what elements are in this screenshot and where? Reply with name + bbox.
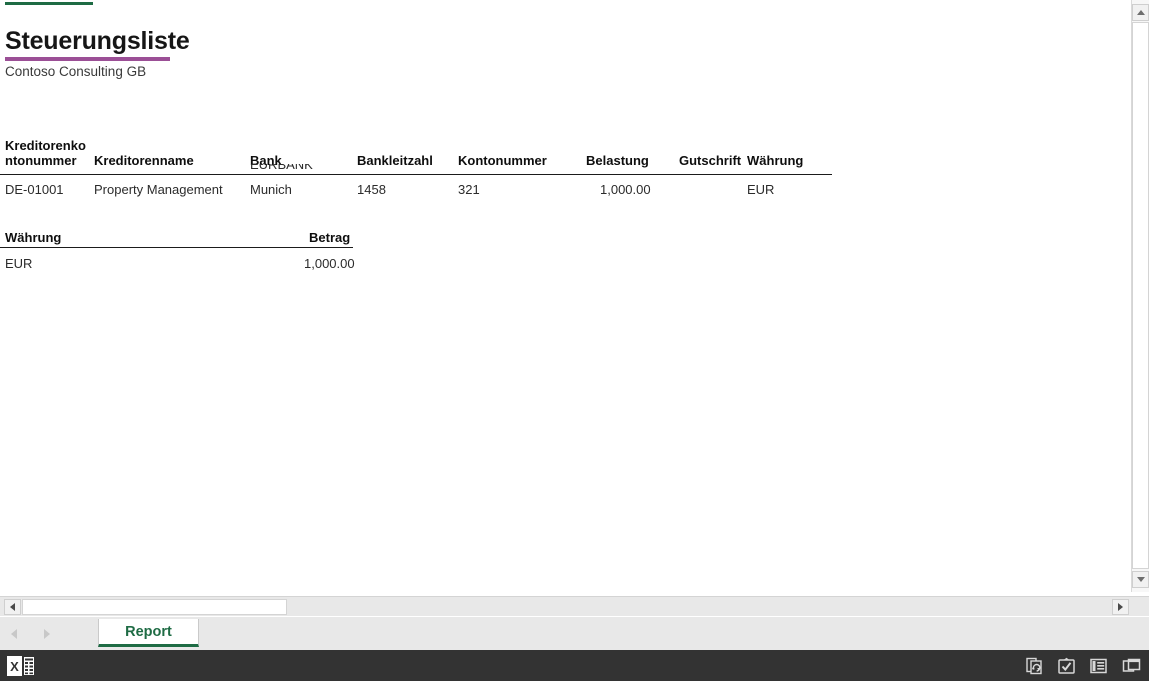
detail-table-header-rule [0, 174, 832, 175]
detail-table: Kreditorenko ntonummer Kreditorenname Ba… [0, 134, 832, 202]
scroll-down-button[interactable] [1132, 571, 1149, 588]
column-header-gutschrift: Gutschrift [679, 153, 742, 168]
cell-kreditorenkontonummer: DE-01001 [5, 182, 64, 197]
window-restore-icon[interactable] [1122, 657, 1141, 675]
svg-text:X: X [10, 659, 19, 674]
scroll-right-button[interactable] [1112, 599, 1129, 615]
table-row: DE-01001 Property Management Munich 1458… [0, 182, 832, 210]
horizontal-scrollbar[interactable] [0, 596, 1149, 616]
clipped-bank-overflow-label: EURBANK [250, 164, 313, 172]
cell-waehrung: EUR [747, 182, 775, 197]
top-accent-bar [5, 2, 93, 5]
column-header-kreditorenname: Kreditorenname [94, 153, 194, 168]
column-header-kreditorenkontonummer: Kreditorenko ntonummer [5, 138, 86, 168]
column-header-kontonummer: Kontonummer [458, 153, 547, 168]
cell-kontonummer: 321 [458, 182, 480, 197]
horizontal-scrollbar-thumb[interactable] [22, 599, 287, 615]
scroll-left-button[interactable] [4, 599, 21, 615]
summary-cell-betrag: 1,000.00 [304, 256, 355, 271]
sheet-tab-strip: Report [0, 617, 1149, 650]
summary-column-header-waehrung: Währung [5, 230, 62, 245]
detail-table-header-row: Kreditorenko ntonummer Kreditorenname Ba… [0, 134, 832, 174]
triangle-down-icon [1136, 577, 1145, 582]
column-header-bankleitzahl: Bankleitzahl [357, 153, 433, 168]
triangle-left-icon [10, 603, 15, 611]
cell-bankleitzahl: 1458 [357, 182, 386, 197]
summary-table-header-rule [0, 247, 353, 248]
vertical-scrollbar-track[interactable] [1132, 22, 1149, 569]
summary-column-header-betrag: Betrag [309, 230, 351, 245]
status-bar: X [0, 650, 1149, 681]
sheet-nav-next-icon[interactable] [44, 629, 50, 639]
scroll-up-button[interactable] [1132, 4, 1149, 21]
excel-logo-icon: X [7, 656, 34, 676]
cell-belastung: 1,000.00 [600, 182, 651, 197]
cell-bank: Munich [250, 182, 292, 197]
vertical-scrollbar[interactable] [1131, 0, 1149, 592]
sheet-tab-report[interactable]: Report [98, 619, 199, 647]
reading-view-icon[interactable] [1089, 657, 1108, 675]
summary-cell-waehrung: EUR [5, 256, 33, 271]
column-header-waehrung: Währung [747, 153, 804, 168]
report-title: Steuerungsliste [5, 27, 190, 55]
sheet-nav-previous-icon[interactable] [11, 629, 17, 639]
triangle-up-icon [1136, 10, 1145, 15]
triangle-right-icon [1118, 603, 1123, 611]
clipboard-check-icon[interactable] [1057, 657, 1076, 675]
cell-kreditorenname: Property Management [94, 182, 223, 197]
report-canvas: Steuerungsliste Contoso Consulting GB Kr… [0, 6, 1131, 592]
refresh-pages-icon[interactable] [1026, 657, 1045, 675]
column-header-belastung: Belastung [586, 153, 649, 168]
title-underline-rule [5, 57, 170, 61]
report-subtitle: Contoso Consulting GB [5, 64, 147, 79]
